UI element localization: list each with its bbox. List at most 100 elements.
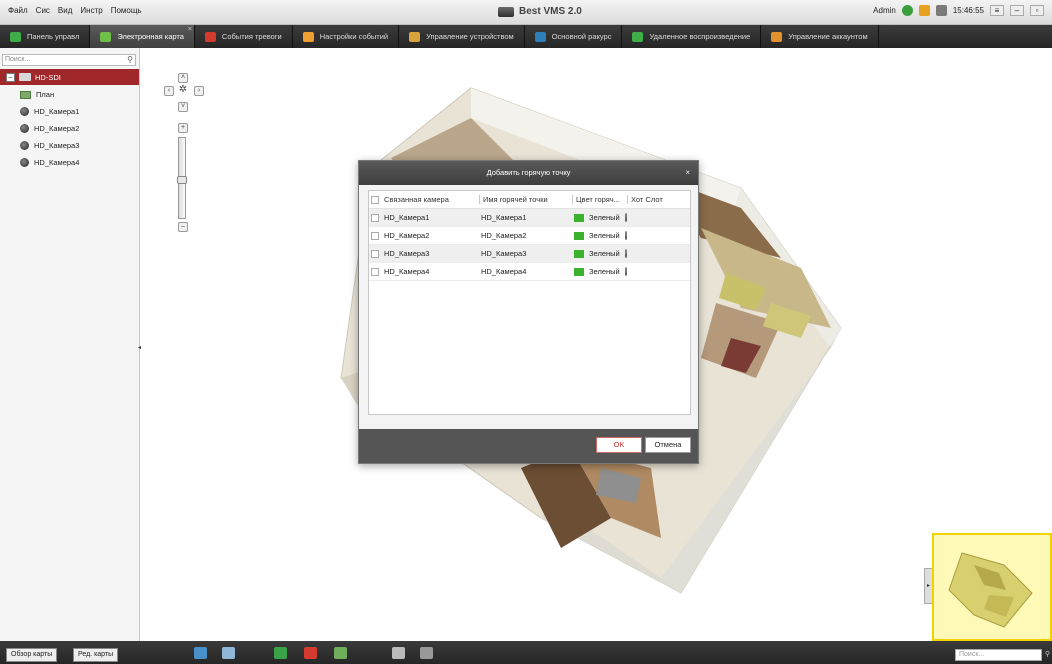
restore-button[interactable]: ▫: [1030, 5, 1044, 16]
pan-down-button[interactable]: ˅: [178, 102, 188, 112]
tab-icon: [302, 31, 314, 42]
close-icon[interactable]: ×: [685, 161, 690, 185]
cancel-button[interactable]: Отмена: [645, 437, 691, 453]
map-search-placeholder: Поиск...: [959, 651, 985, 658]
zoom-slider-thumb[interactable]: [177, 176, 187, 184]
tree-item[interactable]: HD_Камера2: [20, 124, 79, 133]
column-hot-slot[interactable]: Хот Слот: [627, 195, 687, 204]
menu-tools[interactable]: Инстр: [80, 6, 102, 15]
pan-up-button[interactable]: ˄: [178, 73, 188, 83]
tree-item[interactable]: План: [20, 90, 54, 99]
hotspot-color-cell[interactable]: Зеленый: [589, 267, 620, 276]
tree-item[interactable]: HD_Камера3: [20, 141, 79, 150]
hotspot-name-cell[interactable]: HD_Камера4: [479, 267, 572, 276]
tree-item-label: HD_Камера1: [34, 107, 80, 116]
tree-search-input[interactable]: Поиск... ⚲: [2, 54, 136, 66]
camera-icon: [624, 249, 627, 258]
hotspot-name-cell[interactable]: HD_Камера2: [479, 231, 572, 240]
table-row[interactable]: HD_Камера3 HD_Камера3 Зеленый: [369, 245, 690, 263]
tab-4[interactable]: Управление устройством: [399, 25, 525, 48]
column-hotspot-color[interactable]: Цвет горяч...: [572, 195, 627, 204]
camera-icon: [20, 141, 29, 150]
hotspot-color-cell[interactable]: Зеленый: [589, 213, 620, 222]
tab-map-edit[interactable]: Ред. карты: [73, 648, 119, 662]
add-map-icon[interactable]: [194, 647, 207, 659]
module-tab-bar: Панель управл Электронная карта × События т…: [0, 25, 1052, 48]
config-icon[interactable]: ≡: [990, 5, 1004, 16]
tree-item-label: HD_Камера2: [34, 124, 80, 133]
tab-label: Панель управл: [27, 32, 80, 41]
search-icon[interactable]: ⚲: [1045, 650, 1050, 660]
tab-icon: [409, 31, 421, 42]
pan-left-button[interactable]: ‹: [164, 86, 174, 96]
tree-item-label: HD_Камера4: [34, 158, 80, 167]
cpu-icon[interactable]: [935, 5, 947, 16]
tree-root-hd-sdi[interactable]: – HD-SDI: [0, 69, 139, 85]
zoom-out-button[interactable]: –: [178, 222, 188, 232]
row-checkbox[interactable]: [371, 231, 379, 240]
tab-label: Настройки событий: [319, 32, 389, 41]
menu-help[interactable]: Помощь: [111, 6, 142, 15]
tab-map-overview[interactable]: Обзор карты: [6, 648, 58, 662]
pan-center-icon[interactable]: ✲: [178, 85, 188, 96]
search-icon[interactable]: ⚲: [127, 55, 133, 65]
dialog-title: Добавить горячую точку: [486, 168, 571, 177]
pan-right-button[interactable]: ›: [194, 86, 204, 96]
tree-item-label: План: [36, 90, 55, 99]
camera-icon: [20, 107, 29, 116]
collapse-icon[interactable]: –: [6, 72, 15, 82]
hotspot-name-cell[interactable]: HD_Камера1: [479, 213, 572, 222]
row-checkbox[interactable]: [371, 213, 379, 222]
tab-label: События тревоги: [221, 32, 282, 41]
tab-label: Электронная карта: [117, 32, 184, 41]
map-overview-minimap[interactable]: [932, 533, 1052, 641]
edit-map-icon[interactable]: [222, 647, 235, 659]
table-row[interactable]: HD_Камера1 HD_Камера1 Зеленый: [369, 209, 690, 227]
camera-icon: [624, 231, 627, 240]
tab-2[interactable]: События тревоги: [195, 25, 293, 48]
alarm-icon[interactable]: [918, 5, 930, 16]
minimap-image: [934, 535, 1050, 639]
linked-camera-cell: HD_Камера2: [384, 231, 430, 240]
add-camera-hotspot-icon[interactable]: [274, 647, 287, 659]
hotspot-table: Связанная камера Имя горячей точки Цвет …: [368, 190, 691, 415]
tab-label: Управление аккаунтом: [788, 32, 868, 41]
tab-1[interactable]: Электронная карта ×: [90, 25, 195, 48]
linked-camera-cell: HD_Камера3: [384, 249, 430, 258]
table-row[interactable]: HD_Камера2 HD_Камера2 Зеленый: [369, 227, 690, 245]
lock-icon[interactable]: [901, 5, 913, 16]
row-checkbox[interactable]: [371, 267, 379, 276]
table-row[interactable]: HD_Камера4 HD_Камера4 Зеленый: [369, 263, 690, 281]
hotspot-color-cell[interactable]: Зеленый: [589, 231, 620, 240]
map-search-input[interactable]: Поиск... ⚲: [955, 649, 1050, 661]
tab-5[interactable]: Основной ракурс: [525, 25, 623, 48]
delete-icon[interactable]: [420, 647, 433, 659]
hotspot-name-cell[interactable]: HD_Камера3: [479, 249, 572, 258]
minimize-button[interactable]: –: [1010, 5, 1024, 16]
plan-icon: [20, 90, 31, 99]
tab-6[interactable]: Удаленное воспроизведение: [622, 25, 762, 48]
menu-file[interactable]: Файл: [8, 6, 28, 15]
clock: 15:46:55: [952, 6, 984, 15]
status-area: Admin 15:46:55 ≡ – ▫: [873, 5, 1044, 16]
select-all-checkbox[interactable]: [371, 195, 379, 204]
ok-button[interactable]: OK: [596, 437, 642, 453]
column-linked-camera[interactable]: Связанная камера: [384, 195, 449, 204]
tab-close-icon[interactable]: ×: [188, 26, 192, 33]
modify-icon[interactable]: [392, 647, 405, 659]
camera-icon: [624, 213, 627, 222]
tab-3[interactable]: Настройки событий: [293, 25, 400, 48]
menu-system[interactable]: Сис: [36, 6, 50, 15]
add-hot-region-icon[interactable]: [334, 647, 347, 659]
hotspot-color-cell[interactable]: Зеленый: [589, 249, 620, 258]
add-alarm-input-icon[interactable]: [304, 647, 317, 659]
row-checkbox[interactable]: [371, 249, 379, 258]
zoom-in-button[interactable]: +: [178, 123, 188, 133]
tab-0[interactable]: Панель управл: [0, 25, 91, 48]
tab-7[interactable]: Управление аккаунтом: [761, 25, 879, 48]
tree-item[interactable]: HD_Камера4: [20, 158, 79, 167]
column-hotspot-name[interactable]: Имя горячей точки: [479, 195, 572, 204]
tree-item[interactable]: HD_Камера1: [20, 107, 79, 116]
tab-label: Основной ракурс: [551, 32, 612, 41]
menu-view[interactable]: Вид: [58, 6, 72, 15]
